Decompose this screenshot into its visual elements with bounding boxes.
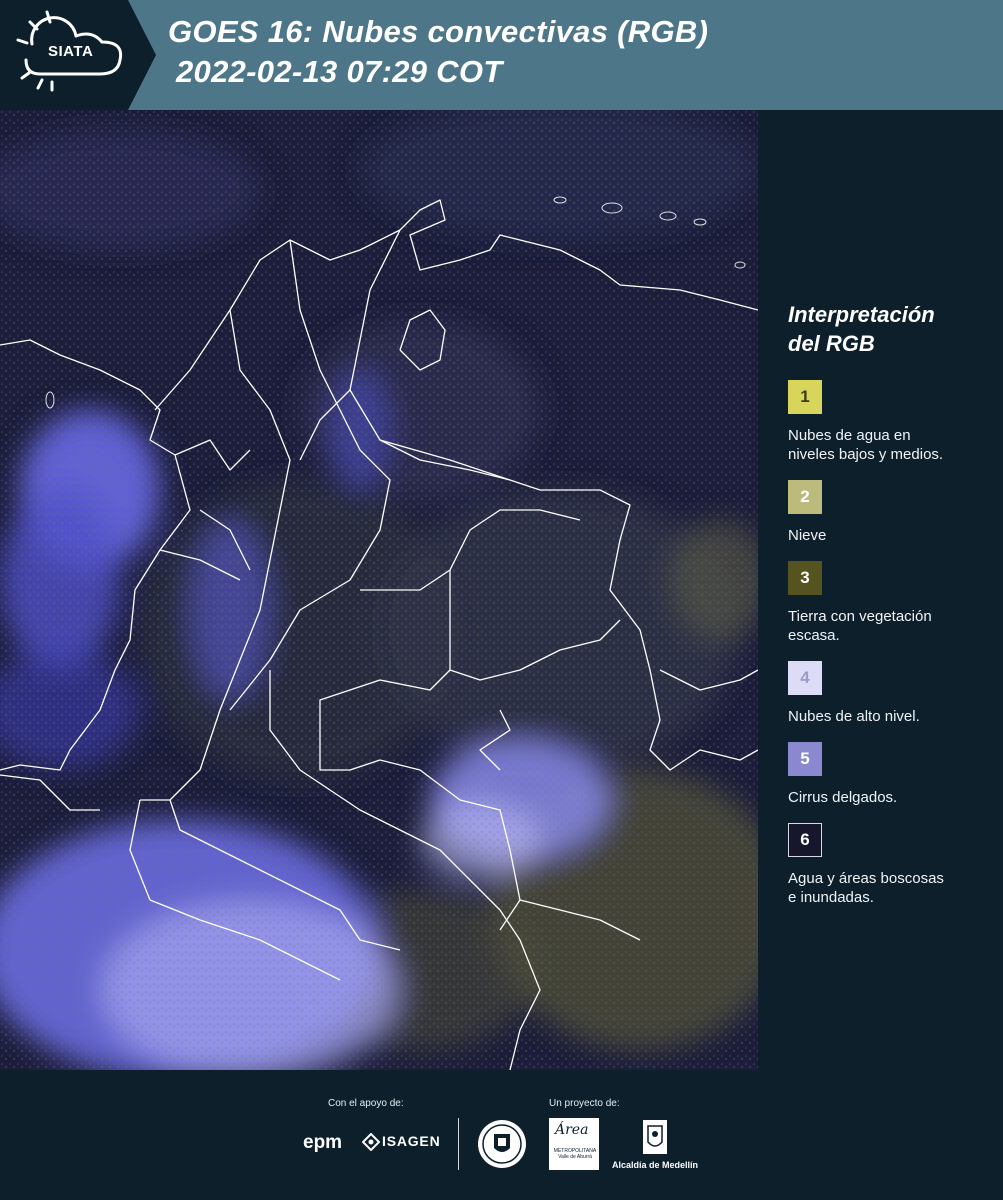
siata-logo-text: SIATA	[48, 43, 94, 60]
medellin-seal-icon	[476, 1118, 528, 1175]
siata-logo: SIATA	[0, 0, 160, 115]
shield-icon	[643, 1120, 667, 1154]
legend-title-line1: Interpretación	[788, 302, 935, 327]
legend-item: 1 Nubes de agua en niveles bajos y medios.	[788, 380, 988, 464]
legend-label: Nieve	[788, 526, 988, 545]
legend-label-line2: e inundadas.	[788, 889, 874, 906]
legend-swatch: 4	[788, 661, 822, 695]
legend-title: Interpretación del RGB	[788, 300, 988, 358]
legend-item: 6 Agua y áreas boscosas e inundadas.	[788, 823, 988, 907]
support-caption: Con el apoyo de:	[328, 1098, 404, 1109]
legend-items: 1 Nubes de agua en niveles bajos y medios.…	[788, 380, 988, 907]
alcaldia-text: Alcaldía de Medellín	[612, 1160, 699, 1170]
project-caption: Un proyecto de:	[549, 1098, 620, 1109]
legend-title-line2: del RGB	[788, 331, 875, 356]
isagen-icon	[362, 1133, 380, 1151]
satellite-map	[0, 110, 758, 1070]
legend-label: Agua y áreas boscosas e inundadas.	[788, 869, 988, 907]
legend-label: Cirrus delgados.	[788, 788, 988, 807]
legend-label: Tierra con vegetación escasa.	[788, 607, 988, 645]
page-timestamp: 2022-02-13 07:29 COT	[176, 54, 503, 89]
epm-logo: epm	[303, 1132, 343, 1153]
legend-label-line2: escasa.	[788, 627, 840, 644]
legend-label-line1: Nubes de agua en	[788, 427, 911, 444]
alcaldia-shield-icon	[640, 1118, 670, 1158]
legend-label-line1: Cirrus delgados.	[788, 789, 898, 806]
legend-swatch: 3	[788, 561, 822, 595]
footer-divider	[458, 1118, 459, 1170]
legend-item: 3 Tierra con vegetación escasa.	[788, 561, 988, 645]
legend-label: Nubes de alto nivel.	[788, 707, 988, 726]
legend-item: 5 Cirrus delgados.	[788, 742, 988, 807]
footer-bar: Con el apoyo de: Un proyecto de: epm ISA…	[0, 1070, 1003, 1200]
legend-label-line1: Agua y áreas boscosas	[788, 870, 944, 887]
area-metropolitana-logo: Área METROPOLITANA Valle de Aburrá	[549, 1118, 599, 1170]
legend-label: Nubes de agua en niveles bajos y medios.	[788, 426, 988, 464]
legend-label-line1: Tierra con vegetación	[788, 608, 932, 625]
legend-swatch: 2	[788, 480, 822, 514]
legend-label-line2: niveles bajos y medios.	[788, 446, 944, 463]
legend-label-line1: Nubes de alto nivel.	[788, 708, 920, 725]
header-bar: SIATA GOES 16: Nubes convectivas (RGB) 2…	[0, 0, 1003, 110]
legend-item: 4 Nubes de alto nivel.	[788, 661, 988, 726]
area-logo-subtext: METROPOLITANA Valle de Aburrá	[553, 1148, 597, 1160]
legend-swatch: 6	[788, 823, 822, 857]
satellite-image	[0, 110, 758, 1070]
page-title: GOES 16: Nubes convectivas (RGB)	[168, 14, 709, 49]
legend-swatch: 1	[788, 380, 822, 414]
seal-icon	[478, 1120, 526, 1168]
legend-item: 2 Nieve	[788, 480, 988, 545]
isagen-text: ISAGEN	[382, 1133, 441, 1149]
legend-label-line1: Nieve	[788, 527, 827, 544]
rgb-legend: Interpretación del RGB 1 Nubes de agua en…	[788, 300, 988, 923]
legend-swatch: 5	[788, 742, 822, 776]
area-logo-script: Área	[555, 1122, 589, 1138]
